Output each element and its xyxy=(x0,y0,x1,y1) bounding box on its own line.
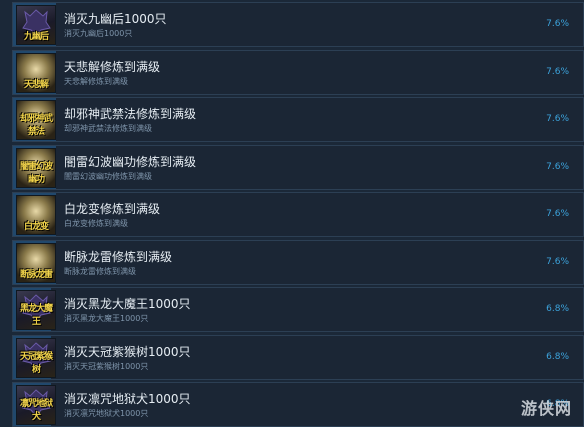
achievement-description: 闇雷幻波幽功修炼到满级 xyxy=(64,171,152,181)
demon-icon: 黑龙大魔王 xyxy=(16,290,56,330)
unlock-percent: 7.6% xyxy=(546,161,569,172)
demon-icon: 天冠紫猴树 xyxy=(16,337,56,378)
icon-lettering: 凛咒地狱犬 xyxy=(19,399,53,422)
achievement-description: 消灭黑龙大魔王1000只 xyxy=(64,314,149,323)
achievement-row[interactable]: 断脉龙雷 断脉龙雷修炼到满级 断脉龙雷修炼到满级 7.6% xyxy=(12,239,584,285)
icon-lettering: 却邪神武禁法 xyxy=(19,114,53,137)
achievement-title: 天悲解修炼到满级 xyxy=(64,59,161,74)
icon-lettering: 断脉龙雷 xyxy=(19,269,53,280)
achievement-row[interactable]: 闇雷幻波幽功 闇雷幻波幽功修炼到满级 闇雷幻波幽功修炼到满级 7.6% xyxy=(12,144,584,190)
site-watermark: 游侠网 xyxy=(520,399,572,418)
unlock-percent: 7.6% xyxy=(546,114,569,124)
orb-icon: 天悲解 xyxy=(16,52,56,93)
icon-lettering: 天悲解 xyxy=(23,79,49,90)
achievement-row[interactable]: 天冠紫猴树 消灭天冠紫猴树1000只 消灭天冠紫猴树1000只 6.8% xyxy=(12,334,584,380)
achievement-row[interactable]: 白龙变 白龙变修炼到满级 白龙变修炼到满级 7.6% xyxy=(12,192,584,237)
achievement-row[interactable]: 黑龙大魔王 消灭黑龙大魔王1000只 消灭黑龙大魔王1000只 6.8% xyxy=(12,287,584,332)
orb-icon: 白龙变 xyxy=(16,195,56,235)
achievement-title: 断脉龙雷修炼到满级 xyxy=(64,249,173,264)
achievement-title: 消灭凛咒地狱犬1000只 xyxy=(64,392,191,406)
achievement-row[interactable]: 九幽后 消灭九幽后1000只 消灭九幽后1000只 7.6% xyxy=(12,2,584,47)
achievement-title: 消灭天冠紫猴树1000只 xyxy=(64,344,191,359)
unlock-percent: 7.6% xyxy=(546,256,569,267)
unlock-percent: 6.8% xyxy=(546,304,569,314)
orb-icon: 闇雷幻波幽功 xyxy=(16,147,56,188)
icon-lettering: 白龙变 xyxy=(23,222,49,232)
orb-icon: 断脉龙雷 xyxy=(16,242,56,283)
unlock-percent: 6.8% xyxy=(546,351,569,362)
unlock-percent: 7.6% xyxy=(546,19,569,29)
achievement-title: 白龙变修炼到满级 xyxy=(64,202,161,216)
achievement-description: 天悲解修炼到满级 xyxy=(64,76,128,86)
achievement-description: 消灭九幽后1000只 xyxy=(64,29,133,38)
achievement-list: 九幽后 消灭九幽后1000只 消灭九幽后1000只 7.6% 天悲解 天悲解修炼到满级 天悲… xyxy=(0,0,584,427)
orb-icon: 却邪神武禁法 xyxy=(16,100,56,140)
icon-lettering: 天冠紫猴树 xyxy=(19,351,53,375)
achievement-description: 消灭凛咒地狱犬1000只 xyxy=(64,409,149,418)
demon-icon: 九幽后 xyxy=(16,5,56,45)
achievement-title: 却邪神武禁法修炼到满级 xyxy=(64,107,197,121)
achievement-title: 消灭九幽后1000只 xyxy=(64,12,167,26)
achievement-row[interactable]: 天悲解 天悲解修炼到满级 天悲解修炼到满级 7.6% xyxy=(12,49,584,95)
achievement-title: 消灭黑龙大魔王1000只 xyxy=(64,297,191,311)
achievement-description: 白龙变修炼到满级 xyxy=(64,219,128,228)
icon-lettering: 黑龙大魔王 xyxy=(19,304,53,327)
unlock-percent: 7.6% xyxy=(546,209,569,219)
demon-icon: 凛咒地狱犬 xyxy=(16,385,56,425)
achievement-title: 闇雷幻波幽功修炼到满级 xyxy=(64,154,197,169)
achievement-description: 却邪神武禁法修炼到满级 xyxy=(64,124,152,133)
icon-lettering: 九幽后 xyxy=(23,32,49,42)
achievement-description: 消灭天冠紫猴树1000只 xyxy=(64,361,149,371)
achievement-row[interactable]: 凛咒地狱犬 消灭凛咒地狱犬1000只 消灭凛咒地狱犬1000只 6.8% xyxy=(12,382,584,427)
achievement-row[interactable]: 却邪神武禁法 却邪神武禁法修炼到满级 却邪神武禁法修炼到满级 7.6% xyxy=(12,97,584,142)
icon-lettering: 闇雷幻波幽功 xyxy=(19,161,53,185)
achievement-description: 断脉龙雷修炼到满级 xyxy=(64,266,136,276)
unlock-percent: 7.6% xyxy=(546,66,569,77)
